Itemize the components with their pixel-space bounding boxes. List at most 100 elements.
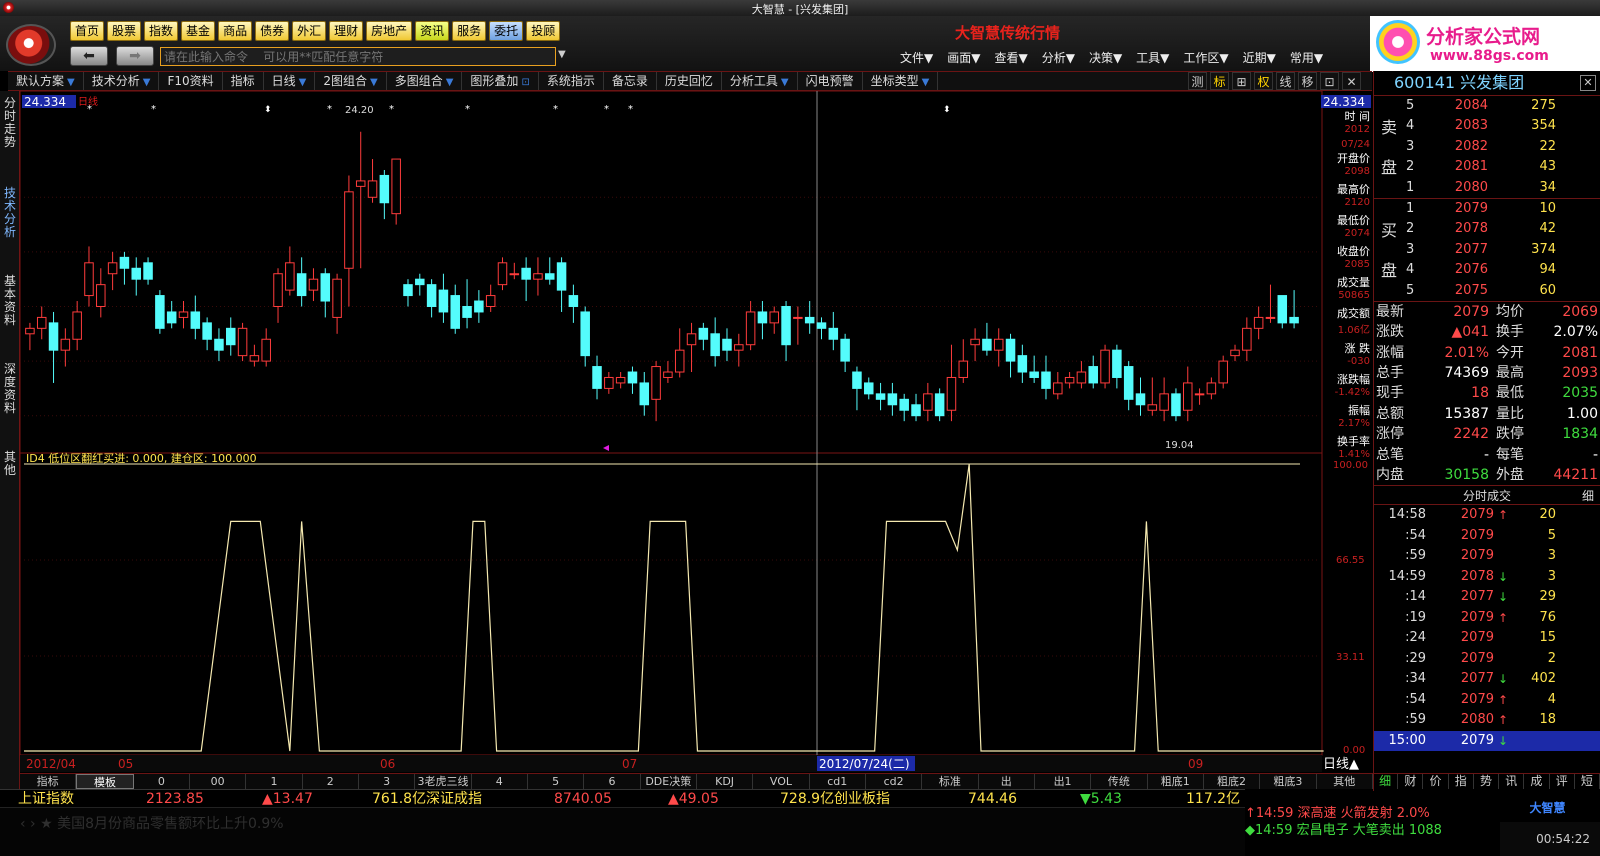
event-marker[interactable]: * xyxy=(604,104,609,115)
trades-list[interactable]: 14:58 2079 ↑ 20:54 2079 5:59 2079 3 14:59 2078 ↓ 3:… xyxy=(1374,505,1600,752)
sell-row[interactable]: 3 2082 22 xyxy=(1374,137,1600,157)
indicator-tab[interactable]: 指标 xyxy=(20,774,77,789)
alert-item[interactable]: ↑14:59 深高速 火箭发射 2.0% xyxy=(1245,805,1485,822)
event-marker[interactable]: * xyxy=(628,104,633,115)
restore-window-icon[interactable]: ⊡ xyxy=(1320,72,1339,90)
event-marker[interactable]: * xyxy=(327,104,332,115)
toolbar-two-chart[interactable]: 2图组合 ▼ xyxy=(315,72,387,90)
indicator-tab[interactable]: 4 xyxy=(472,774,528,789)
trade-row[interactable]: :24 2079 15 xyxy=(1374,628,1600,649)
indicator-tab[interactable]: DDE决策 xyxy=(641,774,697,789)
menu-workspace[interactable]: 工作区▼ xyxy=(1183,49,1228,66)
indicator-tab[interactable]: 粗底2 xyxy=(1204,774,1261,789)
close-panel-icon[interactable]: ✕ xyxy=(1580,75,1596,91)
trade-row[interactable]: :29 2079 2 xyxy=(1374,649,1600,670)
indicator-tab[interactable]: 其他 xyxy=(1317,774,1373,789)
trade-row[interactable]: 14:58 2079 ↑ 20 xyxy=(1374,505,1600,526)
event-marker[interactable]: * xyxy=(151,104,156,115)
indicator-tab[interactable]: 3 xyxy=(359,774,416,789)
nav-service-button[interactable]: 服务 xyxy=(452,21,487,41)
indicator-tab[interactable]: 粗底1 xyxy=(1148,774,1204,789)
indicator-tab[interactable]: 出 xyxy=(979,774,1035,789)
trade-row[interactable]: 14:59 2078 ↓ 3 xyxy=(1374,567,1600,588)
indicator-tab[interactable]: 00 xyxy=(190,774,247,789)
sell-row[interactable]: 1 2080 34 xyxy=(1374,178,1600,198)
indicator-tab[interactable]: 6 xyxy=(584,774,641,789)
indicator-tab[interactable]: 标准 xyxy=(922,774,979,789)
menu-file[interactable]: 文件▼ xyxy=(900,49,933,66)
trade-row[interactable]: :34 2077 ↓ 402 xyxy=(1374,669,1600,690)
trades-detail-tab[interactable]: 细 xyxy=(1582,486,1594,506)
toolbar-flash-alert[interactable]: 闪电预警 xyxy=(798,72,863,90)
menu-common[interactable]: 常用▼ xyxy=(1290,49,1323,66)
event-marker[interactable]: * xyxy=(389,104,394,115)
indicator-tab[interactable]: 粗底3 xyxy=(1260,774,1317,789)
indicator-tab[interactable]: VOL xyxy=(753,774,810,789)
period-label[interactable]: 日线▲ xyxy=(1323,757,1359,772)
app-logo-icon[interactable] xyxy=(6,24,56,66)
cy-index-name[interactable]: 创业板指 xyxy=(834,790,890,808)
trade-row[interactable]: :19 2079 ↑ 76 xyxy=(1374,608,1600,629)
info-mine-marker[interactable]: ⬍ xyxy=(264,105,272,115)
close-chart-icon[interactable]: ✕ xyxy=(1342,72,1361,90)
sell-row[interactable]: 4 2083 354 xyxy=(1374,116,1600,136)
buy-row[interactable]: 4 2076 94 xyxy=(1374,260,1600,280)
trade-row[interactable]: :14 2077 ↓ 29 xyxy=(1374,587,1600,608)
indicator-tab[interactable]: 1 xyxy=(246,774,303,789)
indicator-tab[interactable]: 传统 xyxy=(1091,774,1148,789)
indicator-tab[interactable]: cd2 xyxy=(866,774,923,789)
toolbar-history[interactable]: 历史回忆 xyxy=(657,72,722,90)
quote-tab[interactable]: 细 xyxy=(1373,774,1399,789)
trade-row[interactable]: 15:00 2079 ↓ xyxy=(1374,730,1600,752)
mark-tool-button[interactable]: 标 xyxy=(1210,72,1229,90)
sz-index-name[interactable]: 深证成指 xyxy=(426,790,482,808)
nav-advisor-button[interactable]: 投顾 xyxy=(526,21,561,41)
trade-row[interactable]: :59 2080 ↑ 18 xyxy=(1374,710,1600,731)
toolbar-axis-type[interactable]: 坐标类型 ▼ xyxy=(863,72,939,90)
nav-home-button[interactable]: 首页 xyxy=(70,21,105,41)
nav-forex-button[interactable]: 外汇 xyxy=(292,21,327,41)
nav-finance-button[interactable]: 理财 xyxy=(329,21,364,41)
nav-news-button[interactable]: 资讯 xyxy=(415,21,450,41)
sell-row[interactable]: 2 2081 43 xyxy=(1374,157,1600,177)
back-button[interactable]: ⬅ xyxy=(70,46,108,66)
nav-stock-button[interactable]: 股票 xyxy=(107,21,142,41)
trade-row[interactable]: :54 2079 ↑ 4 xyxy=(1374,690,1600,711)
event-marker[interactable]: * xyxy=(465,104,470,115)
crosshair-tool-button[interactable]: ⊞ xyxy=(1232,72,1251,90)
info-mine-marker[interactable]: ⬍ xyxy=(943,105,951,115)
sh-index-name[interactable]: 上证指数 xyxy=(18,790,74,808)
toolbar-tech-analysis[interactable]: 技术分析 ▼ xyxy=(84,72,160,90)
toolbar-overlay[interactable]: 图形叠加 ⊡ xyxy=(462,72,539,90)
buy-row[interactable]: 1 2079 10 xyxy=(1374,199,1600,219)
nav-fund-button[interactable]: 基金 xyxy=(181,21,216,41)
sell-row[interactable]: 5 2084 275 xyxy=(1374,96,1600,116)
measure-tool-button[interactable]: 测 xyxy=(1188,72,1207,90)
line-tool-button[interactable]: 线 xyxy=(1276,72,1295,90)
command-input[interactable] xyxy=(160,47,556,66)
indicator-tab[interactable]: 0 xyxy=(134,774,190,789)
toolbar-memo[interactable]: 备忘录 xyxy=(604,72,657,90)
menu-tools[interactable]: 工具▼ xyxy=(1136,49,1169,66)
toolbar-system-indicator[interactable]: 系统指示 xyxy=(539,72,604,90)
indicator-tab[interactable]: 模板 xyxy=(76,774,134,789)
rights-adjust-button[interactable]: 权 xyxy=(1254,72,1273,90)
indicator-tab[interactable]: 5 xyxy=(528,774,585,789)
trade-row[interactable]: :59 2079 3 xyxy=(1374,546,1600,567)
toolbar-indicator[interactable]: 指标 xyxy=(223,72,264,90)
indicator-tab[interactable]: KDJ xyxy=(697,774,754,789)
quote-tab[interactable]: 成 xyxy=(1524,774,1550,789)
toolbar-f10[interactable]: F10资料 xyxy=(159,72,223,90)
quote-tab[interactable]: 财 xyxy=(1398,774,1424,789)
quote-tab[interactable]: 势 xyxy=(1474,774,1500,789)
trade-row[interactable]: :54 2079 5 xyxy=(1374,526,1600,547)
nav-bond-button[interactable]: 债券 xyxy=(255,21,290,41)
nav-trade-button[interactable]: 委托 xyxy=(489,21,524,41)
nav-index-button[interactable]: 指数 xyxy=(144,21,179,41)
quote-tab[interactable]: 评 xyxy=(1550,774,1575,789)
quote-tab[interactable]: 价 xyxy=(1423,774,1449,789)
nav-commodity-button[interactable]: 商品 xyxy=(218,21,253,41)
menu-view[interactable]: 查看▼ xyxy=(994,49,1027,66)
nav-realestate-button[interactable]: 房地产 xyxy=(366,21,413,41)
buy-row[interactable]: 2 2078 42 xyxy=(1374,219,1600,239)
